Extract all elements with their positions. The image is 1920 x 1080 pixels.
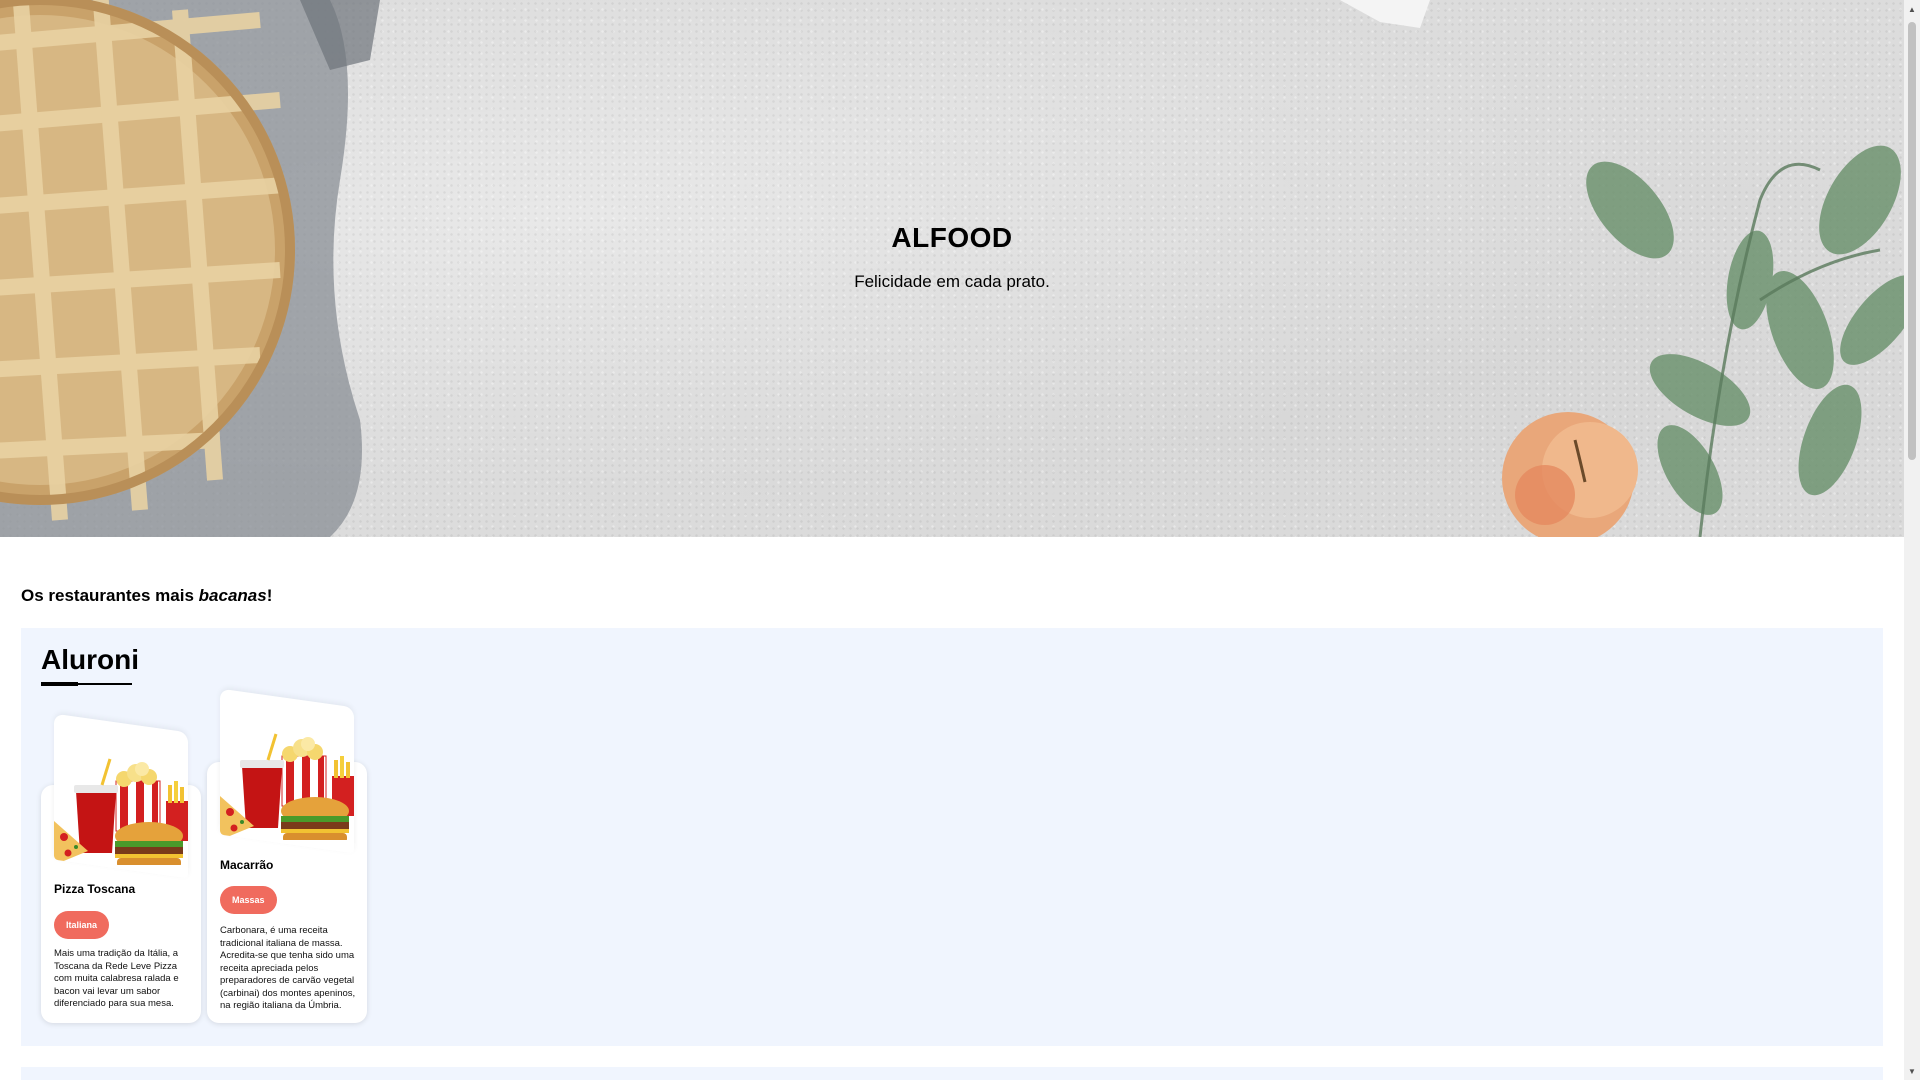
dish-name: Macarrão <box>220 858 274 872</box>
hero-title: ALFOOD <box>891 222 1013 253</box>
dish-name: Pizza Toscana <box>54 882 136 896</box>
triangle-down-icon[interactable]: ▼ <box>1904 1062 1920 1080</box>
dish-description: Carbonara, é uma receita tradicional ita… <box>220 925 356 1011</box>
restaurant-panel: Aluroni Pizza Toscana Italiana Mais uma … <box>21 628 1883 1046</box>
section-heading: Os restaurantes mais bacanas! <box>21 586 272 606</box>
dish-tag[interactable]: Italiana <box>54 911 110 939</box>
restaurant-name-underline-accent <box>41 682 78 686</box>
restaurant-panel-next <box>21 1067 1883 1080</box>
hero-banner: ALFOOD Felicidade em cada prato. <box>0 0 1904 537</box>
hero-subtitle: Felicidade em cada prato. <box>854 272 1050 291</box>
fast-food-illustration <box>54 758 188 869</box>
triangle-up-icon[interactable]: ▲ <box>1904 0 1920 18</box>
dish-card[interactable]: Pizza Toscana Italiana Mais uma tradição… <box>41 713 201 1023</box>
restaurant-name: Aluroni <box>41 644 139 675</box>
fast-food-illustration <box>220 733 354 844</box>
section-heading-prefix: Os restaurantes mais <box>21 586 199 605</box>
scrollbar-thumb[interactable] <box>1908 22 1916 460</box>
dish-image <box>220 688 354 854</box>
hero-text: ALFOOD Felicidade em cada prato. <box>0 222 1904 292</box>
section-heading-suffix: ! <box>266 586 273 605</box>
dish-card[interactable]: Macarrão Massas Carbonara, é uma receita… <box>207 688 367 1023</box>
section-heading-emphasis: bacanas <box>198 586 267 605</box>
dish-image <box>54 713 188 879</box>
dish-description: Mais uma tradição da Itália, a Toscana d… <box>54 948 179 1009</box>
page-scrollbar[interactable]: ▲ ▼ <box>1904 0 1920 1080</box>
dish-tag[interactable]: Massas <box>220 886 277 914</box>
apple-decoration <box>1502 412 1638 537</box>
napkin-decoration <box>1340 0 1430 28</box>
